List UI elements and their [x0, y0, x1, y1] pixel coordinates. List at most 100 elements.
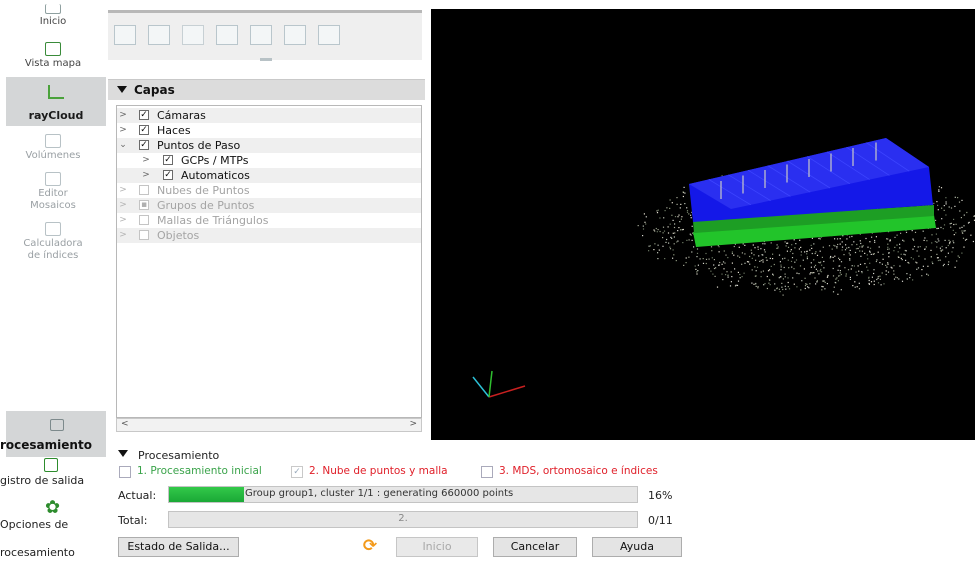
ayuda-button[interactable]: Ayuda [592, 537, 682, 557]
layer-checkbox[interactable]: ✓ [139, 110, 149, 120]
expand-arrow-icon[interactable]: > [118, 213, 128, 228]
nav-item-calculadora-indices[interactable]: Calculadora de índices [0, 222, 106, 262]
cloud-point [931, 234, 933, 236]
cloud-point [902, 239, 904, 241]
measure-button[interactable] [284, 25, 306, 45]
layer-row-grupos-de-puntos[interactable]: > ▪ Grupos de Puntos [117, 198, 421, 213]
expand-arrow-icon[interactable]: > [118, 183, 128, 198]
step-label: 2. Nube de puntos y malla [309, 465, 448, 477]
cloud-point [662, 237, 664, 239]
cloud-point [948, 239, 950, 241]
camera-view-button[interactable] [250, 25, 272, 45]
step-checkbox[interactable] [481, 466, 493, 478]
layer-checkbox[interactable]: ✓ [163, 170, 173, 180]
cloud-point [718, 251, 720, 253]
splitter-handle[interactable] [260, 58, 272, 61]
layer-row-puntos-de-paso[interactable]: ⌄ ✓ Puntos de Paso [117, 138, 421, 153]
expand-arrow-icon[interactable]: > [141, 153, 151, 168]
cloud-point [795, 243, 797, 245]
cloud-point [838, 275, 840, 277]
cloud-point [774, 283, 776, 285]
cloud-point [697, 270, 699, 272]
3d-viewport[interactable] [431, 9, 975, 440]
step-checkbox[interactable] [119, 466, 131, 478]
cloud-point [917, 267, 920, 269]
collapse-triangle-icon[interactable] [118, 450, 128, 457]
cloud-point [760, 248, 762, 250]
layer-row-automaticos[interactable]: > ✓ Automaticos [117, 168, 421, 183]
layer-checkbox[interactable] [139, 215, 149, 225]
orbit-view-button[interactable] [216, 25, 238, 45]
inicio-button[interactable]: Inicio [396, 537, 478, 557]
cloud-point [821, 264, 823, 266]
expand-arrow-icon[interactable]: > [118, 228, 128, 243]
nav-item-opciones-procesamiento[interactable]: Opciones de [0, 518, 68, 531]
cloud-point [657, 229, 659, 231]
cloud-point [893, 265, 895, 267]
scroll-left-arrow-icon[interactable]: < [121, 419, 129, 429]
nav-item-raycloud[interactable]: rayCloud [6, 77, 106, 126]
expand-arrow-icon[interactable]: > [118, 108, 128, 123]
layer-label: GCPs / MTPs [181, 154, 249, 167]
layer-checkbox[interactable]: ▪ [139, 200, 149, 210]
top-view-button[interactable] [148, 25, 170, 45]
cloud-point [659, 230, 661, 233]
nav-item-vista-mapa[interactable]: Vista mapa [0, 42, 106, 70]
cloud-point [669, 207, 671, 209]
layer-row-nubes-de-puntos[interactable]: > Nubes de Puntos [117, 183, 421, 198]
output-log-icon[interactable] [44, 458, 58, 472]
cloud-point [746, 261, 749, 263]
cloud-point [657, 244, 659, 246]
perspective-view-button[interactable] [114, 25, 136, 45]
cloud-point [952, 247, 954, 249]
cloud-point [810, 262, 812, 264]
layer-row-mallas-de-triangulos[interactable]: > Mallas de Triángulos [117, 213, 421, 228]
cloud-point [954, 196, 956, 198]
layer-row-haces[interactable]: > ✓ Haces [117, 123, 421, 138]
cloud-point [887, 246, 889, 248]
cloud-point [790, 249, 792, 251]
gear-icon[interactable]: ✿ [45, 499, 61, 517]
expand-arrow-icon[interactable]: > [141, 168, 151, 183]
nav-item-volumenes[interactable]: Volúmenes [0, 134, 106, 162]
collapse-arrow-icon[interactable]: ⌄ [118, 138, 128, 153]
layer-checkbox[interactable]: ✓ [163, 155, 173, 165]
cloud-point [653, 229, 655, 231]
cloud-point [680, 203, 682, 205]
cloud-point [909, 274, 911, 276]
cloud-point [948, 206, 950, 208]
cloud-point [949, 241, 951, 243]
cloud-point [808, 287, 810, 289]
cloud-point [836, 246, 838, 248]
refresh-icon[interactable]: ⟳ [360, 537, 380, 557]
cloud-point [705, 258, 708, 260]
cloud-point [665, 241, 667, 243]
cloud-point [713, 267, 716, 270]
layer-row-objetos[interactable]: > Objetos [117, 228, 421, 243]
step-checkbox[interactable]: ✓ [291, 466, 303, 478]
cloud-point [932, 262, 934, 265]
layer-checkbox[interactable]: ✓ [139, 140, 149, 150]
nav-item-inicio[interactable]: Inicio [0, 4, 106, 28]
cloud-point [781, 282, 783, 284]
cloud-point [664, 210, 666, 212]
nav-item-registro-salida[interactable]: gistro de salida [0, 474, 84, 487]
scroll-right-arrow-icon[interactable]: > [409, 419, 417, 429]
nav-item-procesamiento[interactable]: rocesamiento [0, 411, 106, 457]
layers-header[interactable]: Capas [108, 79, 425, 100]
expand-arrow-icon[interactable]: > [118, 198, 128, 213]
nav-item-opciones-procesamiento-2[interactable]: rocesamiento [0, 546, 75, 559]
layer-row-camaras[interactable]: > ✓ Cámaras [117, 108, 421, 123]
layers-horizontal-scrollbar[interactable]: < > [116, 418, 422, 432]
cloud-point [770, 265, 772, 267]
layer-checkbox[interactable]: ✓ [139, 125, 149, 135]
expand-arrow-icon[interactable]: > [118, 123, 128, 138]
estado-de-salida-button[interactable]: Estado de Salida... [118, 537, 239, 557]
layer-checkbox[interactable] [139, 185, 149, 195]
layer-checkbox[interactable] [139, 230, 149, 240]
layer-row-gcps-mtps[interactable]: > ✓ GCPs / MTPs [117, 153, 421, 168]
nav-item-editor-mosaicos[interactable]: Editor Mosaicos [0, 172, 106, 212]
axis-view-button[interactable] [182, 25, 204, 45]
cancelar-button[interactable]: Cancelar [493, 537, 577, 557]
grid-button[interactable] [318, 25, 340, 45]
